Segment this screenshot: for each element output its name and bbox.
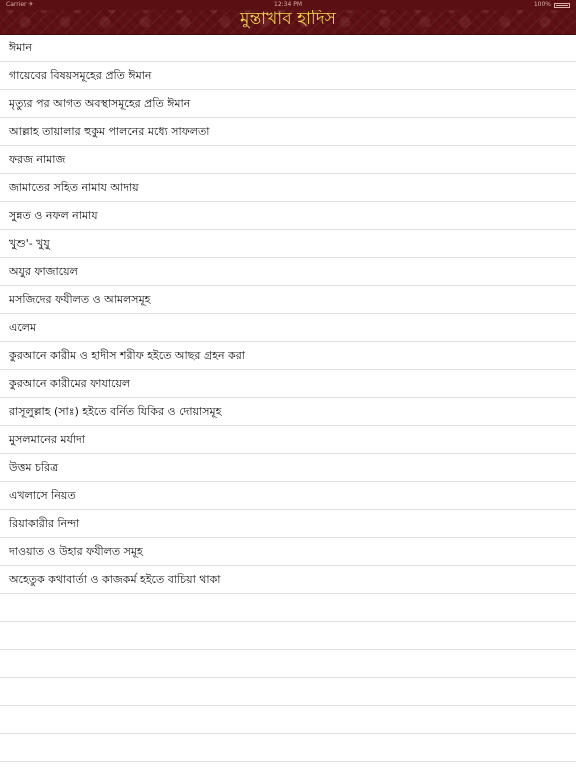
list-item-label: অহেতুক কথাবার্তা ও কাজকর্ম হইতে বাচিয়া … [9, 573, 221, 586]
empty-row [0, 650, 576, 678]
list-item-label: আল্লাহ তায়ালার হুকুম পালনের মধ্যে সাফলত… [9, 125, 210, 138]
list-item[interactable]: মৃত্যুর পর আগত অবস্থাসমূহের প্রতি ঈমান [0, 90, 576, 118]
list-item[interactable]: গায়েবের বিষয়সমূহের প্রতি ঈমান [0, 62, 576, 90]
list-item[interactable]: আল্লাহ তায়ালার হুকুম পালনের মধ্যে সাফলত… [0, 118, 576, 146]
list-item[interactable]: ফরজ নামাজ [0, 146, 576, 174]
list-item-label: গায়েবের বিষয়সমূহের প্রতি ঈমান [9, 69, 152, 82]
list-item[interactable]: মুসলমানের মর্যাদা [0, 426, 576, 454]
list-item-label: এলেম [9, 321, 37, 334]
list-item[interactable]: ঈমান [0, 34, 576, 62]
list-item-label: রাসূলুল্লাহ (সাঃ) হইতে বর্নিত যিকির ও দো… [9, 405, 222, 418]
list-item-label: কুরআনে কারীমের ফাযায়েল [9, 377, 131, 390]
list-item[interactable]: উত্তম চরিত্র [0, 454, 576, 482]
list-item[interactable]: অহেতুক কথাবার্তা ও কাজকর্ম হইতে বাচিয়া … [0, 566, 576, 594]
list-item-label: এখলাসে নিয়ত [9, 489, 76, 502]
list-item[interactable]: এলেম [0, 314, 576, 342]
list-item-label: অযুর ফাজায়েল [9, 265, 78, 278]
list-item[interactable]: দাওয়াত ও উহার ফযীলত সমূহ [0, 538, 576, 566]
status-bar: Carrier ✈ 12:34 PM 100% [0, 0, 576, 10]
list-item-label: মুসলমানের মর্যাদা [9, 433, 86, 446]
list-item[interactable]: রাসূলুল্লাহ (সাঃ) হইতে বর্নিত যিকির ও দো… [0, 398, 576, 426]
list-item-label: রিয়াকারীর নিন্দা [9, 517, 80, 530]
list-item-label: ফরজ নামাজ [9, 153, 66, 166]
list-item[interactable]: মসজিদের ফযীলত ও আমলসমূহ [0, 286, 576, 314]
empty-row [0, 594, 576, 622]
list-item-label: ঈমান [9, 41, 33, 54]
list-item-label: দাওয়াত ও উহার ফযীলত সমূহ [9, 545, 143, 558]
battery-indicator: 100% [534, 0, 570, 10]
list-item-label: খুশু'- খুযু [9, 237, 50, 250]
list-item-label: কুরআনে কারীম ও হাদীস শরীফ হইতে আছর গ্রহন… [9, 349, 245, 362]
clock-label: 12:34 PM [274, 1, 302, 8]
battery-percent: 100% [533, 1, 551, 8]
list-item-label: উত্তম চরিত্র [9, 461, 59, 474]
empty-row [0, 734, 576, 762]
list-item[interactable]: অযুর ফাজায়েল [0, 258, 576, 286]
list-item-label: মসজিদের ফযীলত ও আমলসমূহ [9, 293, 151, 306]
list-item[interactable]: সুন্নত ও নফল নামায [0, 202, 576, 230]
list-item[interactable]: কুরআনে কারীমের ফাযায়েল [0, 370, 576, 398]
list-item-label: জামাতের সহিত নামায আদায় [9, 181, 139, 194]
list-item[interactable]: রিয়াকারীর নিন্দা [0, 510, 576, 538]
hadith-topic-list: ঈমান গায়েবের বিষয়সমূহের প্রতি ঈমান মৃত… [0, 34, 576, 762]
empty-row [0, 678, 576, 706]
list-item-label: সুন্নত ও নফল নামায [9, 209, 98, 222]
list-item[interactable]: কুরআনে কারীম ও হাদীস শরীফ হইতে আছর গ্রহন… [0, 342, 576, 370]
empty-row [0, 706, 576, 734]
list-item[interactable]: খুশু'- খুযু [0, 230, 576, 258]
list-item[interactable]: এখলাসে নিয়ত [0, 482, 576, 510]
list-item-label: মৃত্যুর পর আগত অবস্থাসমূহের প্রতি ঈমান [9, 97, 191, 110]
battery-icon [554, 2, 570, 8]
list-item[interactable]: জামাতের সহিত নামায আদায় [0, 174, 576, 202]
empty-row [0, 622, 576, 650]
